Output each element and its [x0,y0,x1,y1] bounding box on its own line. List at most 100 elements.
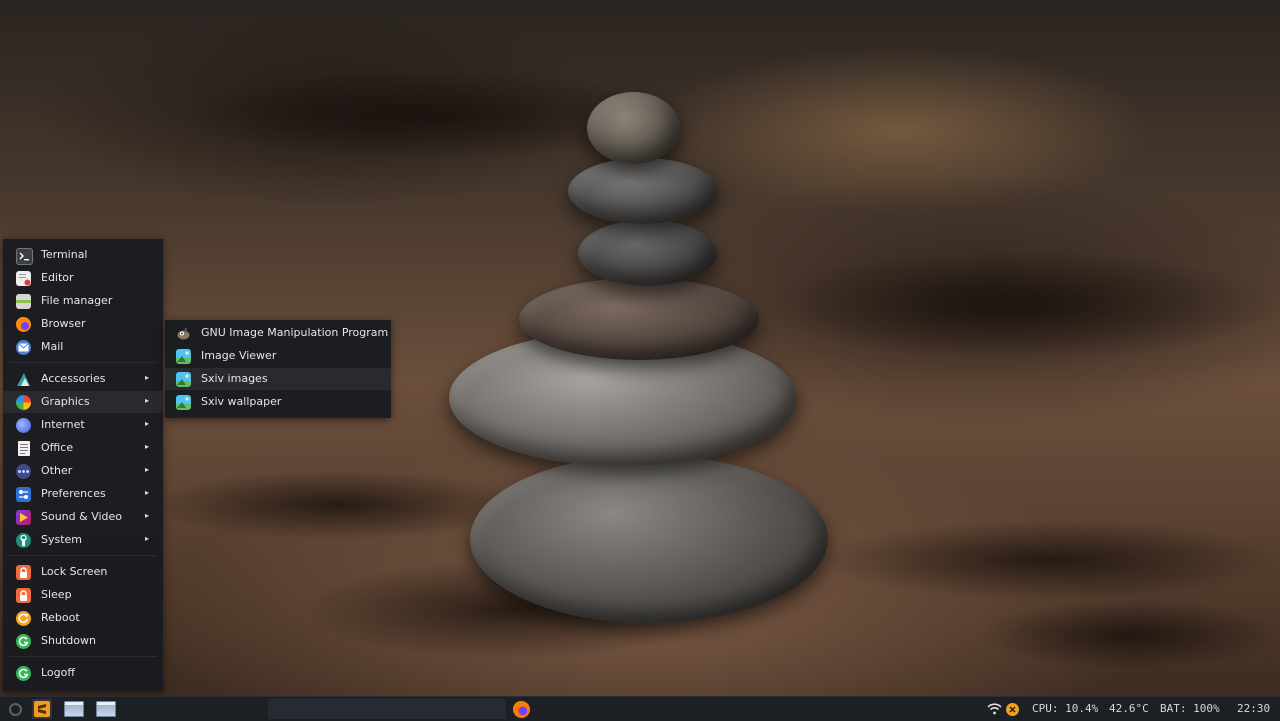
menu-item-preferences[interactable]: Preferences ▸ [3,483,163,505]
menu-item-label: Reboot [41,611,80,624]
submenu-arrow-icon: ▸ [144,465,149,474]
menu-item-label: System [41,533,83,546]
menu-item-internet[interactable]: Internet ▸ [3,414,163,436]
menu-item-file-manager[interactable]: File manager [3,290,163,312]
menu-item-label: Graphics [41,395,90,408]
cpu-temperature: 42.6°C [1109,702,1149,715]
submenu-arrow-icon: ▸ [144,373,149,382]
graphics-icon [16,395,31,410]
logoff-icon [16,666,31,681]
menu-item-label: Accessories [41,372,106,385]
system-icon [16,533,31,548]
sublime-text-icon [34,701,50,717]
menu-item-reboot[interactable]: Reboot [3,607,163,629]
sxiv-wallpaper-icon [176,395,191,410]
submenu-item-image-viewer[interactable]: Image Viewer [165,345,391,367]
menu-item-shutdown[interactable]: Shutdown [3,630,163,652]
menu-item-label: Other [41,464,73,477]
sxiv-images-icon [176,372,191,387]
clock[interactable]: 22:30 [1237,702,1270,715]
menu-item-browser[interactable]: Browser [3,313,163,335]
stone-mid [578,220,717,286]
submenu-item-label: GNU Image Manipulation Program [201,326,389,339]
menu-item-label: Browser [41,317,86,330]
network-error-icon [1005,702,1019,716]
submenu-arrow-icon: ▸ [144,488,149,497]
distro-logo-icon [8,702,22,716]
submenu-item-gimp[interactable]: GNU Image Manipulation Program [165,322,391,344]
firefox-icon [512,700,530,718]
lock-icon [16,565,31,580]
quicklaunch-window-button-1[interactable] [63,699,85,719]
internet-icon [16,418,31,433]
menu-item-other[interactable]: Other ▸ [3,460,163,482]
cpu-usage: CPU: 10.4% [1032,702,1099,715]
accessories-icon [16,372,31,387]
menu-item-editor[interactable]: Editor [3,267,163,289]
firefox-task-button[interactable] [510,699,532,719]
editor-icon [16,271,31,286]
terminal-icon [16,248,33,265]
file-manager-icon [16,294,31,309]
stone-top [587,92,680,164]
stone-brown [519,278,759,360]
menu-item-label: Terminal [41,248,88,261]
wifi-tray-button[interactable] [985,699,1003,719]
start-menu-button[interactable] [4,699,26,719]
reboot-icon [16,611,31,626]
submenu-item-label: Image Viewer [201,349,277,362]
task-list-area[interactable] [268,699,506,719]
submenu-arrow-icon: ▸ [144,442,149,451]
network-status-tray-button[interactable] [1004,699,1020,719]
shutdown-icon [16,634,31,649]
menu-item-system[interactable]: System ▸ [3,529,163,551]
menu-item-label: Internet [41,418,85,431]
submenu-arrow-icon: ▸ [144,534,149,543]
menu-separator [9,555,157,556]
menu-item-accessories[interactable]: Accessories ▸ [3,368,163,390]
wifi-icon [986,703,1002,715]
menu-item-office[interactable]: Office ▸ [3,437,163,459]
menu-item-label: Editor [41,271,74,284]
menu-item-label: Lock Screen [41,565,108,578]
other-icon [16,464,31,479]
gimp-icon [176,326,191,341]
menu-separator [9,656,157,657]
image-viewer-icon [176,349,191,364]
preferences-icon [16,487,31,502]
firefox-icon [16,317,31,332]
menu-item-label: Sound & Video [41,510,123,523]
office-icon [18,441,30,456]
menu-item-label: Shutdown [41,634,96,647]
quicklaunch-sublime-button[interactable] [32,699,52,719]
taskbar: CPU: 10.4% 42.6°C BAT: 100% 22:30 [0,696,1280,721]
menu-item-sound-video[interactable]: Sound & Video ▸ [3,506,163,528]
menu-item-mail[interactable]: Mail [3,336,163,358]
submenu-item-label: Sxiv wallpaper [201,395,282,408]
mail-icon [16,340,31,355]
sound-video-icon [16,510,31,525]
submenu-item-sxiv-images[interactable]: Sxiv images [165,368,391,390]
menu-item-label: Office [41,441,74,454]
stone-upper [568,158,718,224]
window-icon [64,701,84,717]
application-menu: Terminal Editor File manager Browser Mai… [3,239,163,691]
menu-item-label: Preferences [41,487,106,500]
submenu-arrow-icon: ▸ [144,419,149,428]
menu-item-graphics[interactable]: Graphics ▸ [3,391,163,413]
submenu-item-label: Sxiv images [201,372,268,385]
menu-item-sleep[interactable]: Sleep [3,584,163,606]
window-icon [96,701,116,717]
menu-item-label: File manager [41,294,113,307]
menu-item-lock-screen[interactable]: Lock Screen [3,561,163,583]
quicklaunch-window-button-2[interactable] [95,699,117,719]
menu-separator [9,362,157,363]
graphics-submenu: GNU Image Manipulation Program Image Vie… [165,320,391,418]
menu-item-logoff[interactable]: Logoff [3,662,163,684]
menu-item-label: Logoff [41,666,75,679]
submenu-item-sxiv-wallpaper[interactable]: Sxiv wallpaper [165,391,391,413]
battery-status: BAT: 100% [1160,702,1220,715]
submenu-arrow-icon: ▸ [144,511,149,520]
sleep-icon [16,588,31,603]
menu-item-terminal[interactable]: Terminal [3,244,163,266]
